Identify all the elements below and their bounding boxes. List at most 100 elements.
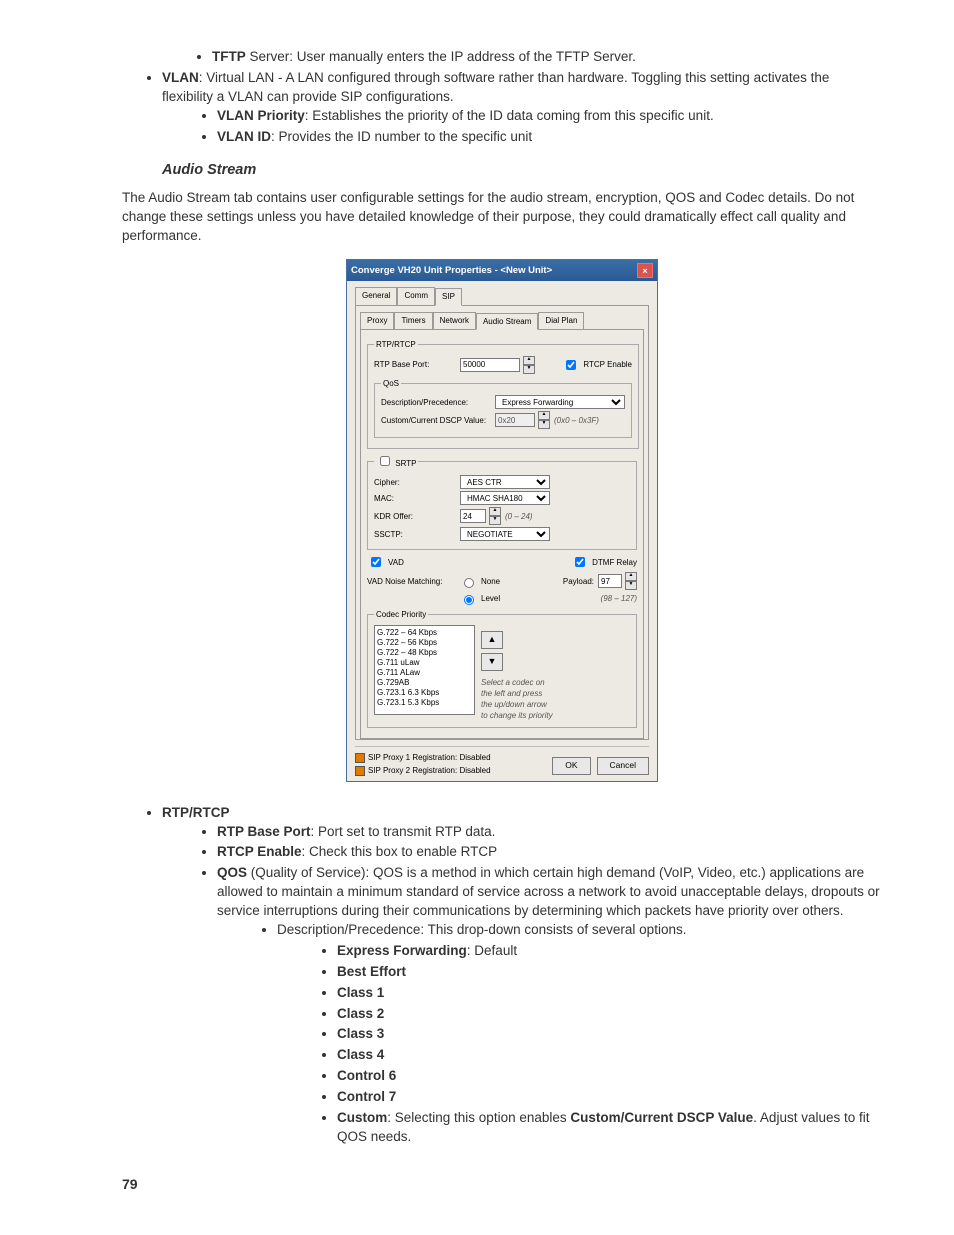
tab-audio-stream[interactable]: Audio Stream: [476, 313, 538, 330]
vad-none-radio[interactable]: [464, 578, 474, 588]
desc-prec-label: Description/Precedence:: [381, 397, 491, 408]
rtp-sublist: RTP Base Port: Port set to transmit RTP …: [162, 823, 882, 1147]
dialog-screenshot: Converge VH20 Unit Properties - <New Uni…: [122, 259, 882, 781]
ssctp-select[interactable]: NEGOTIATE: [460, 527, 550, 541]
control6-bullet: Control 6: [337, 1067, 882, 1086]
codec-list[interactable]: G.722 – 64 Kbps G.722 – 56 Kbps G.722 – …: [374, 625, 475, 715]
payload-hint: (98 – 127): [601, 593, 637, 604]
dialog-titlebar: Converge VH20 Unit Properties - <New Uni…: [347, 260, 657, 281]
rtp-base-port-label: RTP Base Port:: [374, 359, 456, 370]
dscp-label: Custom/Current DSCP Value:: [381, 415, 491, 426]
class3-bullet: Class 3: [337, 1025, 882, 1044]
page-content: TFTP Server: User manually enters the IP…: [122, 48, 882, 1147]
rtcp-enable-label: RTCP Enable: [583, 359, 632, 370]
tab-general[interactable]: General: [355, 287, 397, 304]
ok-button[interactable]: OK: [552, 757, 590, 775]
tab-content: RTP/RTCP RTP Base Port: ▲▼ RTCP Enable Q: [360, 329, 644, 740]
vlan-bullet: VLAN: Virtual LAN - A LAN configured thr…: [162, 69, 882, 147]
top-tabs: General Comm SIP: [355, 287, 649, 304]
precedence-options: Express Forwarding: Default Best Effort …: [217, 942, 882, 1147]
tab-proxy[interactable]: Proxy: [360, 312, 394, 329]
kdr-spinner[interactable]: ▲▼: [489, 507, 501, 525]
status-led-icon: [355, 766, 365, 776]
kdr-input[interactable]: [460, 509, 486, 523]
rtp-port-spinner[interactable]: ▲▼: [523, 356, 535, 374]
vlan-id-bullet: VLAN ID: Provides the ID number to the s…: [217, 128, 882, 147]
audio-stream-heading: Audio Stream: [162, 160, 882, 180]
best-effort-bullet: Best Effort: [337, 963, 882, 982]
codec-item[interactable]: G.722 – 64 Kbps: [377, 628, 472, 638]
vad-none-label: None: [481, 576, 500, 587]
vlan-priority-bullet: VLAN Priority: Establishes the priority …: [217, 107, 882, 126]
dialog-window: Converge VH20 Unit Properties - <New Uni…: [346, 259, 658, 781]
codec-item[interactable]: G.711 ALaw: [377, 668, 472, 678]
rtp-desc-list: RTP/RTCP RTP Base Port: Port set to tran…: [122, 804, 882, 1147]
codec-item[interactable]: G.729AB: [377, 678, 472, 688]
srtp-checkbox[interactable]: [380, 456, 390, 466]
desc-prec-bullet: Description/Precedence: This drop-down c…: [277, 921, 882, 940]
status-2: SIP Proxy 2 Registration: Disabled: [368, 765, 491, 776]
tab-timers[interactable]: Timers: [394, 312, 432, 329]
vad-level-radio[interactable]: [464, 595, 474, 605]
tftp-list: TFTP Server: User manually enters the IP…: [122, 48, 882, 67]
rtp-head-bullet: RTP/RTCP RTP Base Port: Port set to tran…: [162, 804, 882, 1147]
kdr-label: KDR Offer:: [374, 511, 456, 522]
tab-sip[interactable]: SIP: [435, 288, 462, 305]
qos-sublist: Description/Precedence: This drop-down c…: [217, 921, 882, 940]
rtp-legend: RTP/RTCP: [374, 339, 418, 350]
vad-checkbox[interactable]: [371, 557, 381, 567]
vlan-list: VLAN: Virtual LAN - A LAN configured thr…: [122, 69, 882, 147]
ssctp-label: SSCTP:: [374, 529, 456, 540]
vad-noise-label: VAD Noise Matching:: [367, 576, 455, 587]
payload-label: Payload:: [563, 576, 594, 587]
vad-level-label: Level: [481, 593, 500, 604]
tab-network[interactable]: Network: [433, 312, 476, 329]
cipher-select[interactable]: AES CTR: [460, 475, 550, 489]
close-icon[interactable]: ×: [637, 263, 653, 278]
class2-bullet: Class 2: [337, 1005, 882, 1024]
status-led-icon: [355, 753, 365, 763]
custom-bullet: Custom: Selecting this option enables Cu…: [337, 1109, 882, 1147]
cancel-button[interactable]: Cancel: [597, 757, 649, 775]
tab-dial-plan[interactable]: Dial Plan: [538, 312, 584, 329]
codec-group: Codec Priority G.722 – 64 Kbps G.722 – 5…: [367, 609, 637, 728]
srtp-legend: SRTP: [374, 453, 418, 469]
codec-item[interactable]: G.723.1 6.3 Kbps: [377, 688, 472, 698]
class4-bullet: Class 4: [337, 1046, 882, 1065]
codec-hint: Select a codec on the left and press the…: [481, 677, 561, 722]
class1-bullet: Class 1: [337, 984, 882, 1003]
desc-prec-select[interactable]: Express Forwarding: [495, 395, 625, 409]
vlan-sublist: VLAN Priority: Establishes the priority …: [162, 107, 882, 147]
sub-tabs: Proxy Timers Network Audio Stream Dial P…: [360, 312, 644, 329]
dscp-input: [495, 413, 535, 427]
qos-group: QoS Description/Precedence: Express Forw…: [374, 378, 632, 438]
dtmf-checkbox[interactable]: [575, 557, 585, 567]
codec-item[interactable]: G.711 uLaw: [377, 658, 472, 668]
dscp-spinner: ▲▼: [538, 411, 550, 429]
rtp-base-port-bullet: RTP Base Port: Port set to transmit RTP …: [217, 823, 882, 842]
tab-comm[interactable]: Comm: [397, 287, 435, 304]
dialog-title: Converge VH20 Unit Properties - <New Uni…: [351, 264, 552, 277]
rtp-base-port-input[interactable]: [460, 358, 520, 372]
codec-legend: Codec Priority: [374, 609, 428, 620]
codec-item[interactable]: G.723.1 5.3 Kbps: [377, 698, 472, 708]
payload-input[interactable]: [598, 574, 622, 588]
codec-item[interactable]: G.722 – 56 Kbps: [377, 638, 472, 648]
rtp-group: RTP/RTCP RTP Base Port: ▲▼ RTCP Enable Q: [367, 339, 639, 449]
codec-item[interactable]: G.722 – 48 Kbps: [377, 648, 472, 658]
codec-up-button[interactable]: ▲: [481, 631, 503, 649]
qos-legend: QoS: [381, 378, 401, 389]
mac-select[interactable]: HMAC SHA180: [460, 491, 550, 505]
mac-label: MAC:: [374, 493, 456, 504]
rtcp-enable-bullet: RTCP Enable: Check this box to enable RT…: [217, 843, 882, 862]
kdr-hint: (0 – 24): [505, 511, 533, 522]
payload-spinner[interactable]: ▲▼: [625, 572, 637, 590]
rtcp-enable-checkbox[interactable]: [566, 360, 576, 370]
vad-label: VAD: [388, 557, 404, 568]
tftp-bullet: TFTP Server: User manually enters the IP…: [212, 48, 882, 67]
qos-bullet: QOS (Quality of Service): QOS is a metho…: [217, 864, 882, 1146]
srtp-group: SRTP Cipher:AES CTR MAC:HMAC SHA180 KDR …: [367, 453, 637, 550]
express-bullet: Express Forwarding: Default: [337, 942, 882, 961]
dscp-hint: (0x0 – 0x3F): [554, 415, 599, 426]
codec-down-button[interactable]: ▼: [481, 653, 503, 671]
